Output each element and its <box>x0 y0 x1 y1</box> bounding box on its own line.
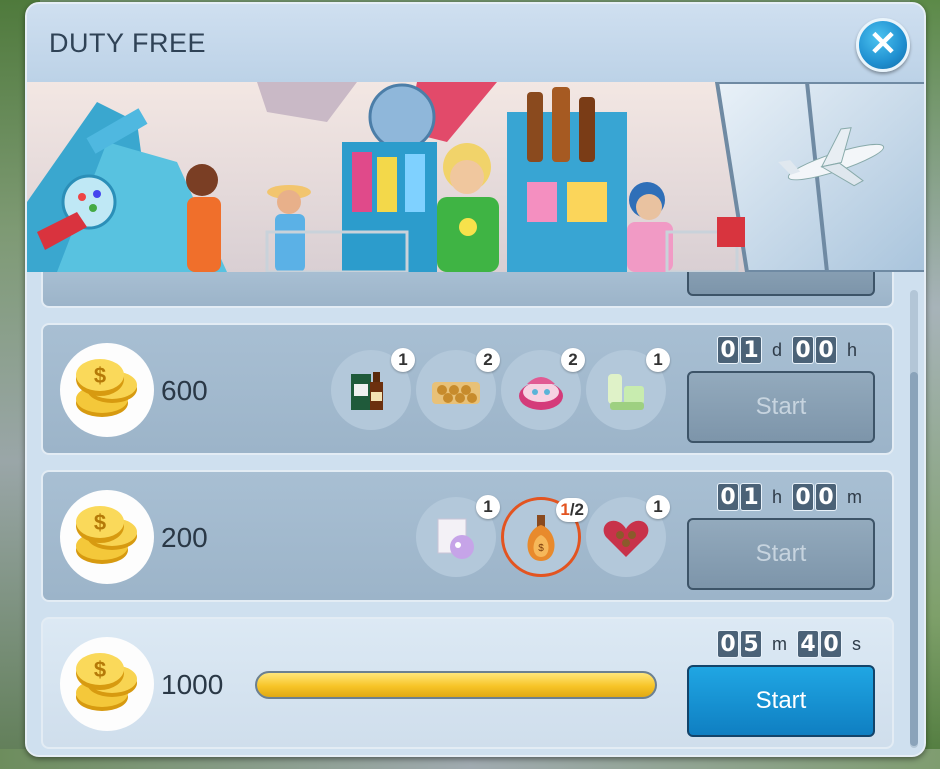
timer-value: 00 <box>792 483 838 511</box>
reward-amount: 1000 <box>161 669 224 700</box>
start-button[interactable]: Start <box>687 518 875 590</box>
order-row: $ 1000 05 m 40 s Start <box>41 617 894 749</box>
timer-digit: 0 <box>792 483 815 511</box>
timer-digit: 0 <box>815 483 838 511</box>
reward-coin-badge: $ <box>60 343 154 437</box>
timer-value: 05 <box>717 630 762 658</box>
duty-free-dialog: DUTY FREE ✕ $ 600 1 2 2 1 0 1 d 0 0 h St… <box>25 2 926 757</box>
required-item-slot[interactable]: 1 <box>586 495 670 577</box>
jewelry-box-icon <box>519 377 563 410</box>
item-count-badge: 2 <box>561 348 585 372</box>
coins-icon: $ <box>76 653 137 711</box>
timer-value: 00 <box>792 336 838 364</box>
timer-unit: h <box>847 339 858 360</box>
timer-digit: 0 <box>815 336 838 364</box>
dialog-title: DUTY FREE <box>49 28 207 58</box>
timer-digit: 0 <box>717 336 739 364</box>
required-item-slot[interactable]: 1 <box>331 348 415 430</box>
timer-unit: h <box>772 486 783 507</box>
order-list[interactable]: $ 600 1 2 2 1 0 1 d 0 0 h Start $ 200 1 … <box>27 272 924 755</box>
close-icon: ✕ <box>868 25 898 63</box>
order-progress-fill <box>257 673 655 697</box>
close-button[interactable]: ✕ <box>856 18 910 72</box>
order-timer: 05 m 40 s <box>717 629 867 659</box>
scrollbar-thumb[interactable] <box>910 372 918 746</box>
timer-digit: 0 <box>717 483 739 511</box>
order-row: $ 600 1 2 2 1 0 1 d 0 0 h Start <box>41 323 894 455</box>
timer-digit: 1 <box>740 483 762 511</box>
order-row: $ 200 1 $ 1/2 1 0 1 h 0 0 m Start <box>41 470 894 602</box>
start-button-partial[interactable] <box>687 272 875 296</box>
svg-text:$: $ <box>94 363 106 388</box>
heart-candy-box-icon <box>603 520 649 557</box>
dialog-header: DUTY FREE ✕ <box>27 4 924 82</box>
item-count-badge: 1 <box>476 495 500 519</box>
required-item-slot[interactable]: 2 <box>416 348 500 430</box>
item-count-badge: 1 <box>646 348 670 372</box>
timer-unit: d <box>772 339 783 360</box>
required-item-slot[interactable]: 1 <box>586 348 670 430</box>
timer-value: 40 <box>797 630 842 658</box>
timer-digit: 4 <box>797 630 819 658</box>
required-item-slot[interactable]: 2 <box>501 348 585 430</box>
coins-icon: $ <box>76 506 137 564</box>
timer-digit: 0 <box>820 630 842 658</box>
required-item-slot[interactable]: 1 <box>416 495 500 577</box>
perfume-box-icon <box>437 518 474 559</box>
timer-value: 01 <box>717 483 762 511</box>
start-button[interactable]: Start <box>687 665 875 737</box>
reward-amount: 600 <box>161 375 208 406</box>
reward-coin-badge: $ <box>60 637 154 731</box>
order-progress-bar <box>255 671 657 699</box>
timer-digit: 0 <box>717 630 739 658</box>
item-count-badge: 2 <box>476 348 500 372</box>
svg-text:$: $ <box>94 510 106 535</box>
timer-unit: m <box>772 633 787 654</box>
duty-free-banner-illustration <box>27 82 924 272</box>
chocolate-box-icon <box>432 382 480 404</box>
timer-unit: s <box>852 633 861 654</box>
start-button[interactable]: Start <box>687 371 875 443</box>
reward-amount: 200 <box>161 522 208 553</box>
order-timer: 01 h 00 m <box>717 482 868 512</box>
order-timer: 01 d 00 h <box>717 335 863 365</box>
order-row-partial <box>41 272 894 308</box>
cosmetics-icon <box>608 374 644 410</box>
svg-text:$: $ <box>538 543 544 554</box>
timer-digit: 1 <box>740 336 762 364</box>
timer-unit: m <box>847 486 863 507</box>
item-count-badge: 1 <box>646 495 670 519</box>
coins-icon: $ <box>76 359 137 417</box>
timer-value: 01 <box>717 336 762 364</box>
timer-digit: 0 <box>792 336 815 364</box>
item-count-badge: 1 <box>391 348 415 372</box>
whiskey-icon <box>351 372 383 410</box>
svg-text:$: $ <box>94 657 106 682</box>
timer-digit: 5 <box>740 630 762 658</box>
required-item-slot-highlighted[interactable]: $ 1/2 <box>501 497 588 577</box>
item-progress-badge: 1/2 <box>556 498 588 522</box>
reward-coin-badge: $ <box>60 490 154 584</box>
